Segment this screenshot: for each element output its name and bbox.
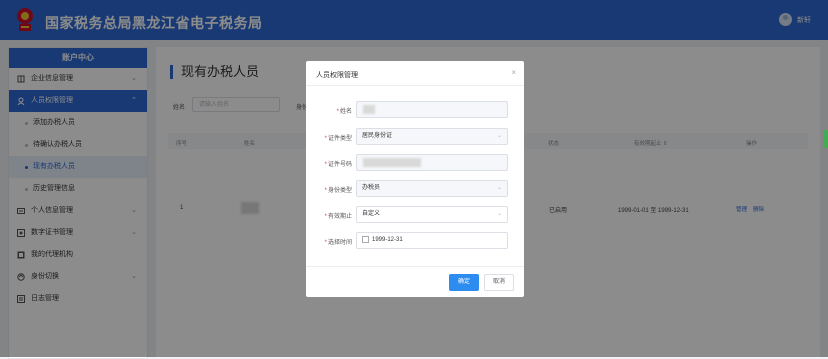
- id-type-select[interactable]: 居民身份证 ⌄: [356, 128, 508, 145]
- cancel-button[interactable]: 取消: [484, 274, 514, 291]
- dialog-title: 人员权限管理: [316, 72, 358, 79]
- validity-select[interactable]: 自定义 ⌄: [356, 206, 508, 223]
- chevron-down-icon: ⌄: [496, 133, 502, 139]
- chevron-down-icon: ⌄: [496, 185, 502, 191]
- redacted-name-value: [363, 105, 375, 114]
- id-type-label: *证件类型: [324, 136, 352, 142]
- calendar-icon: [362, 235, 369, 243]
- confirm-button[interactable]: 确定: [449, 274, 479, 291]
- side-scroll-tab[interactable]: [823, 130, 828, 148]
- id-number-label: *证件号码: [324, 162, 352, 168]
- id-number-field[interactable]: [356, 154, 508, 171]
- select-time-label: *选择时间: [324, 240, 352, 246]
- validity-label: *有效期止: [324, 214, 352, 220]
- date-picker-input[interactable]: 1999-12-31: [356, 232, 508, 249]
- identity-type-label: *身份类型: [324, 188, 352, 194]
- name-field[interactable]: [356, 101, 508, 118]
- close-icon[interactable]: ×: [511, 68, 516, 77]
- divider: [306, 266, 524, 267]
- redacted-id-number: [363, 158, 421, 167]
- permission-dialog: 人员权限管理 × *姓名 *证件类型 居民身份证 ⌄ *证件号码 *身份类型 办…: [306, 61, 524, 297]
- divider: [306, 85, 524, 86]
- name-label: *姓名: [336, 109, 352, 115]
- chevron-down-icon: ⌄: [496, 211, 502, 217]
- identity-type-select[interactable]: 办税员 ⌄: [356, 180, 508, 197]
